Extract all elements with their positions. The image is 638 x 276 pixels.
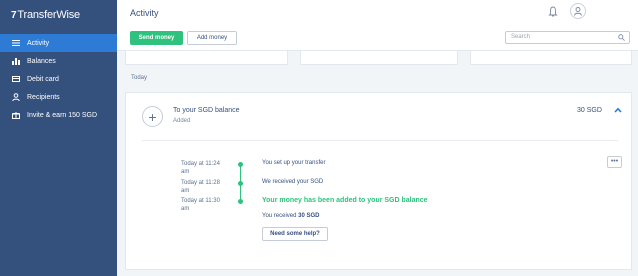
- list-icon: [11, 38, 21, 48]
- transaction-status: Added: [173, 118, 191, 124]
- bar-chart-icon: [11, 56, 21, 66]
- timeline-event-highlight: Your money has been added to your SGD ba…: [262, 197, 428, 204]
- sidebar-item-balances[interactable]: Balances: [0, 52, 117, 70]
- transaction-card: + To your SGD balance Added 30 SGD ••• T…: [125, 92, 632, 270]
- timeline-dot: [238, 162, 243, 167]
- sidebar-item-label: Debit card: [27, 75, 59, 83]
- date-section-label: Today: [131, 75, 148, 81]
- timeline-time: Today at 11:24 am: [181, 161, 220, 175]
- action-toolbar: Send money Add money Search: [117, 24, 638, 51]
- received-summary: You received 30 SGD: [262, 213, 320, 219]
- search-input[interactable]: Search: [505, 31, 630, 44]
- sidebar-nav: Activity Balances Debit card Recipients …: [0, 34, 117, 124]
- timeline-dot: [238, 199, 243, 204]
- divider: [142, 140, 618, 141]
- page-title: Activity: [130, 8, 159, 18]
- received-prefix: You received: [262, 213, 297, 219]
- search-placeholder: Search: [511, 34, 531, 40]
- send-money-button[interactable]: Send money: [130, 31, 183, 45]
- brand-name: TransferWise: [17, 9, 80, 21]
- user-icon: [574, 7, 582, 16]
- search-icon: [618, 34, 625, 41]
- more-options-button[interactable]: •••: [607, 156, 622, 168]
- sidebar: 7 TransferWise Activity Balances Debit c…: [0, 0, 117, 276]
- timeline-event: We received your SGD: [262, 179, 324, 185]
- timeline-time: Today at 11:28 am: [181, 180, 220, 194]
- sidebar-item-invite[interactable]: Invite & earn 150 SGD: [0, 106, 117, 124]
- sidebar-item-debit-card[interactable]: Debit card: [0, 70, 117, 88]
- add-money-button[interactable]: Add money: [187, 31, 237, 45]
- gift-icon: [11, 110, 21, 120]
- card-icon: [11, 74, 21, 84]
- brand-logo[interactable]: 7 TransferWise: [11, 7, 80, 23]
- summary-cards-row: [125, 51, 632, 65]
- sidebar-item-label: Activity: [27, 39, 50, 47]
- sidebar-item-label: Invite & earn 150 SGD: [27, 111, 98, 119]
- need-help-button[interactable]: Need some help?: [262, 227, 328, 241]
- chevron-up-icon[interactable]: [614, 107, 622, 113]
- brand-flag-icon: 7: [11, 9, 17, 21]
- bell-icon[interactable]: [548, 6, 558, 18]
- transaction-amount: 30 SGD: [577, 107, 602, 114]
- summary-card: [470, 51, 632, 65]
- received-amount: 30 SGD: [298, 213, 320, 219]
- transaction-title[interactable]: To your SGD balance: [173, 107, 240, 114]
- sidebar-item-activity[interactable]: Activity: [0, 34, 117, 52]
- sidebar-item-label: Balances: [27, 57, 56, 65]
- timeline-dot: [238, 181, 243, 186]
- top-bar: Activity: [117, 0, 638, 24]
- sidebar-item-label: Recipients: [27, 93, 60, 101]
- timeline-time: Today at 11:30 am: [181, 198, 220, 212]
- summary-card: [125, 51, 288, 65]
- timeline-event: You set up your transfer: [262, 160, 326, 166]
- summary-card: [300, 51, 458, 65]
- add-icon: +: [142, 106, 163, 127]
- avatar[interactable]: [570, 3, 586, 19]
- people-icon: [11, 92, 21, 102]
- sidebar-item-recipients[interactable]: Recipients: [0, 88, 117, 106]
